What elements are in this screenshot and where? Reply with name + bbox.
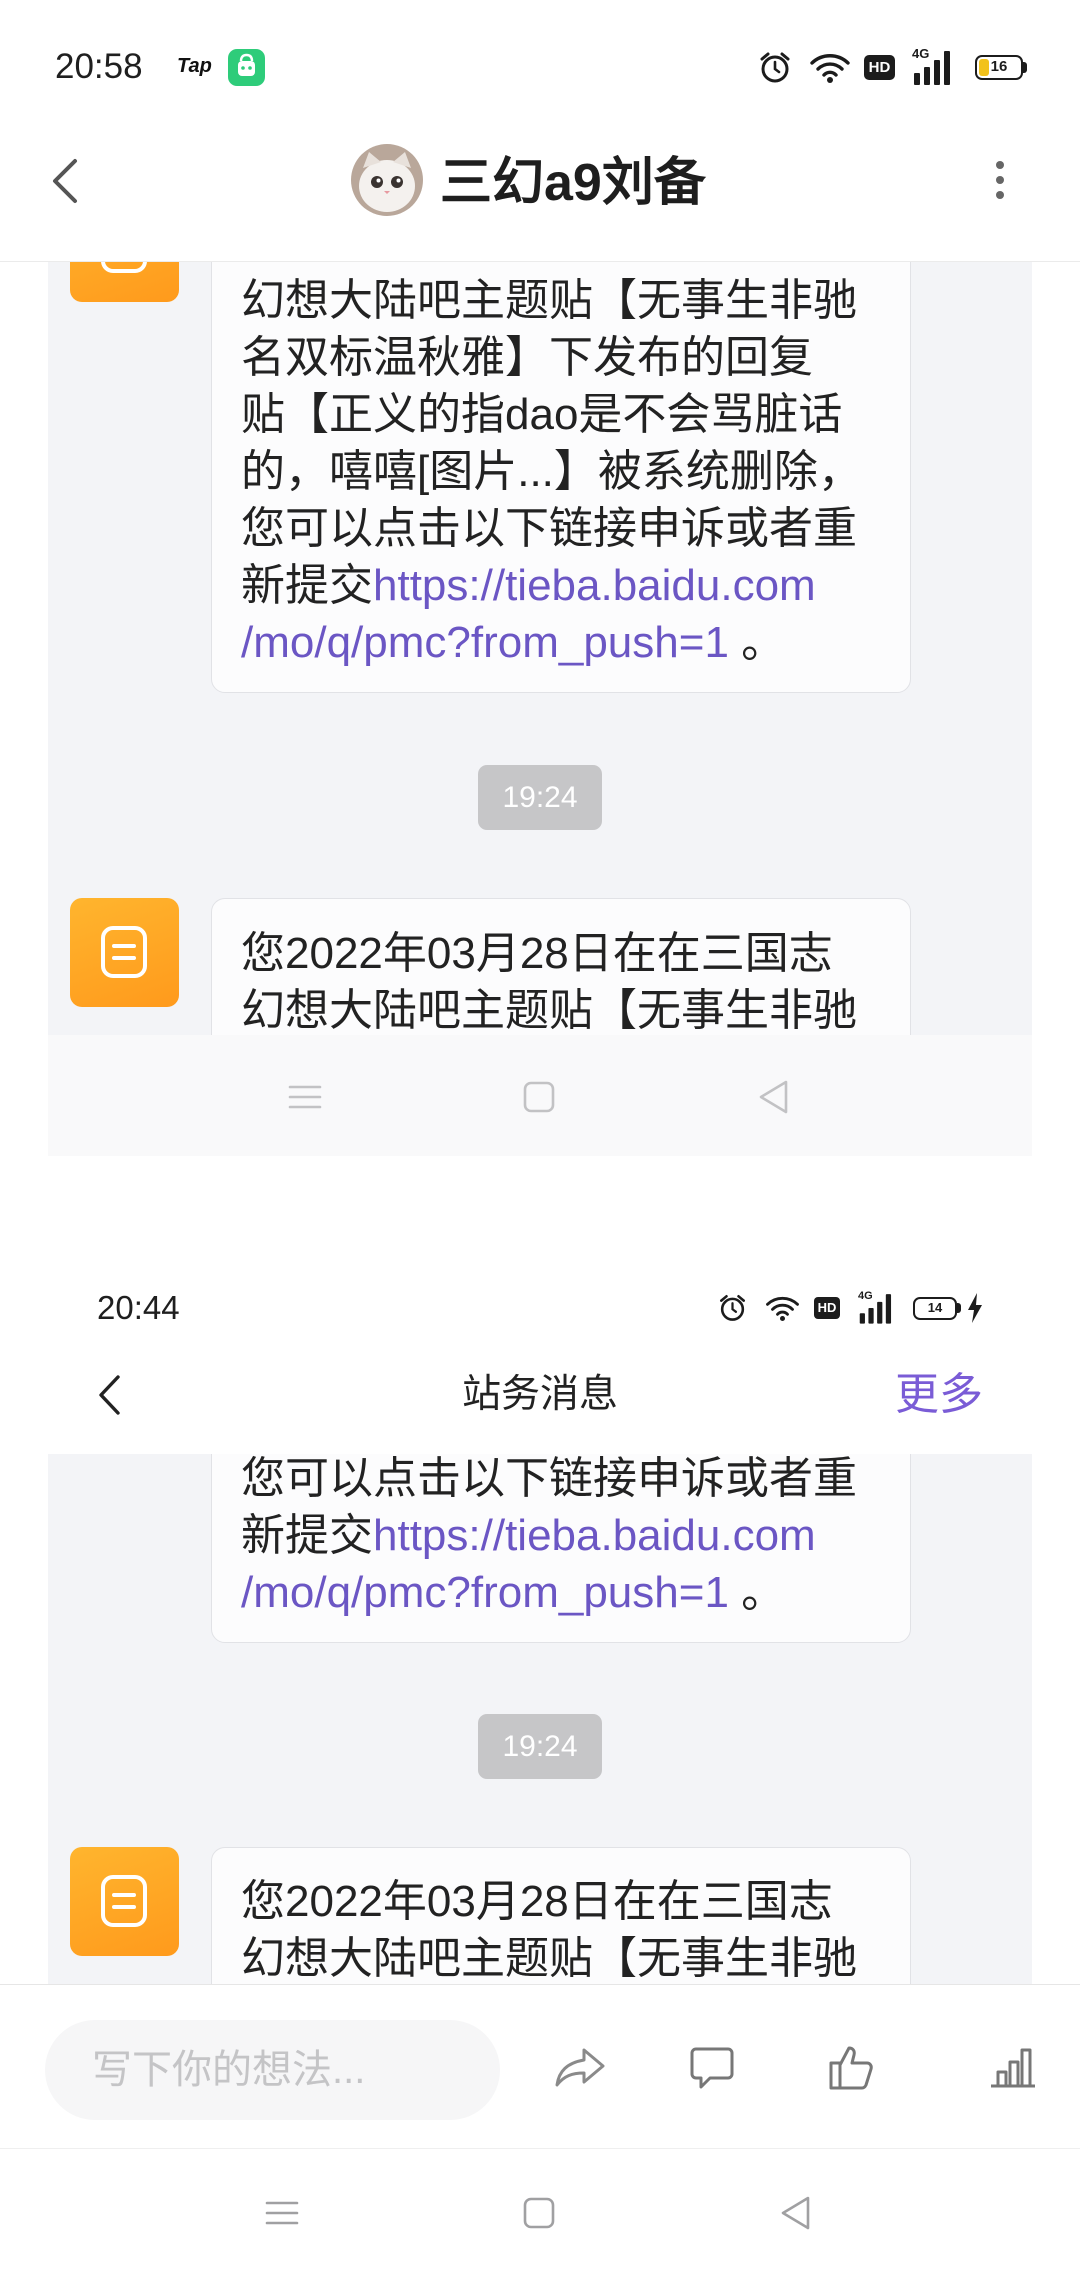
charging-bolt-icon: [968, 1293, 982, 1323]
message-line: 您可以点击以下链接申诉或者重: [241, 1454, 857, 1503]
comment-input-pill[interactable]: [45, 2020, 500, 2120]
appeal-link[interactable]: https://tieba.baidu.com: [373, 561, 816, 610]
message-line: 贴【正义的指dao是不会骂脏话: [241, 390, 843, 439]
battery-level: 14: [927, 1300, 943, 1315]
home-icon[interactable]: [523, 2197, 555, 2229]
signal-4g-icon: 4G: [858, 1290, 898, 1326]
chat-title: 三幻a9刘备: [440, 154, 706, 212]
appeal-link[interactable]: https://tieba.baidu.com: [373, 1511, 816, 1560]
comment-icon[interactable]: [688, 2045, 736, 2091]
wifi-icon: [766, 1296, 799, 1321]
notice-icon: [70, 1847, 179, 1956]
embedded-nav-bar: [48, 1035, 1032, 1156]
message-bubble: 您2022年03月28日在在三国志 幻想大陆吧主题贴【无事生非驰: [211, 898, 911, 1035]
message-line: 您可以点击以下链接申诉或者重: [241, 504, 857, 553]
menu-icon[interactable]: [264, 2199, 300, 2227]
message-line: 幻想大陆吧主题贴【无事生非驰: [241, 276, 857, 325]
message-line: 新提交https://tieba.baidu.com: [241, 1507, 910, 1564]
alarm-icon: [760, 52, 790, 83]
message-line: 新提交https://tieba.baidu.com: [241, 557, 910, 614]
signal-4g-icon: 4G: [912, 47, 958, 87]
timestamp-badge: 19:24: [478, 1714, 602, 1779]
battery-nub: [1023, 62, 1027, 73]
appeal-link[interactable]: /mo/q/pmc?from_push=1: [241, 618, 729, 667]
message-line: /mo/q/pmc?from_push=1 。: [241, 1564, 910, 1621]
status-bar: 20:58 Tap HD 4G 16: [0, 0, 1080, 128]
battery-level: 16: [990, 58, 1008, 75]
status-time: 20:58: [55, 47, 143, 86]
like-icon[interactable]: [827, 2042, 877, 2092]
hd-icon: HD: [864, 55, 895, 80]
embedded-status-time: 20:44: [97, 1289, 180, 1326]
more-button[interactable]: 更多: [895, 1370, 983, 1420]
battery-icon: 14: [913, 1297, 957, 1320]
menu-icon: [288, 1085, 322, 1109]
message-line: 您2022年03月28日在在三国志: [241, 929, 833, 978]
alarm-icon: [720, 1295, 745, 1321]
system-nav-bar: [0, 2148, 1080, 2280]
wifi-icon: [810, 54, 850, 83]
message-list: 您可以点击以下链接申诉或者重 新提交https://tieba.baidu.co…: [48, 1454, 1032, 1984]
message-text: 。: [728, 618, 786, 667]
message-bubble: 您2022年03月28日在在三国志 幻想大陆吧主题贴【无事生非驰: [211, 1847, 911, 1984]
more-vertical-icon[interactable]: [993, 160, 1007, 200]
green-app-icon: [228, 49, 265, 86]
message-text: 新提交: [241, 1511, 373, 1560]
hd-icon: HD: [814, 1297, 840, 1319]
battery-icon: 16: [975, 55, 1023, 80]
document-icon: [101, 1875, 147, 1927]
message-text: 新提交: [241, 561, 373, 610]
document-icon: [101, 926, 147, 978]
back-triangle-icon: [759, 1080, 788, 1114]
appeal-link[interactable]: /mo/q/pmc?from_push=1: [241, 1568, 729, 1617]
message-line: /mo/q/pmc?from_push=1 。: [241, 614, 910, 671]
home-icon: [523, 1081, 555, 1113]
post-image-screenshot-1[interactable]: 幻想大陆吧主题贴【无事生非驰 名双标温秋雅】下发布的回复 贴【正义的指dao是不…: [48, 262, 1032, 1156]
message-bubble: 幻想大陆吧主题贴【无事生非驰 名双标温秋雅】下发布的回复 贴【正义的指dao是不…: [211, 262, 911, 693]
timestamp-badge: 19:24: [478, 765, 602, 830]
message-text: 。: [728, 1568, 786, 1617]
chat-header: 三幻a9刘备: [0, 128, 1080, 262]
battery-nub: [957, 1303, 961, 1313]
chevron-left-icon[interactable]: [45, 155, 85, 207]
message-line: 幻想大陆吧主题贴【无事生非驰: [241, 1934, 857, 1983]
notice-icon: [70, 262, 179, 302]
document-icon: [101, 262, 147, 273]
message-line: 幻想大陆吧主题贴【无事生非驰: [241, 986, 857, 1035]
taptap-badge: Tap: [177, 55, 212, 77]
back-triangle-icon[interactable]: [778, 2195, 812, 2231]
message-line: 名双标温秋雅】下发布的回复: [241, 333, 813, 382]
stats-icon[interactable]: [988, 2045, 1038, 2089]
notice-icon: [70, 898, 179, 1007]
comment-input[interactable]: [45, 2020, 500, 2120]
message-list: 幻想大陆吧主题贴【无事生非驰 名双标温秋雅】下发布的回复 贴【正义的指dao是不…: [48, 262, 1032, 1035]
message-line: 的，嘻嘻[图片...】被系统删除，: [241, 447, 862, 496]
share-icon[interactable]: [554, 2045, 608, 2089]
message-bubble: 您可以点击以下链接申诉或者重 新提交https://tieba.baidu.co…: [211, 1454, 911, 1643]
message-line: 您2022年03月28日在在三国志: [241, 1877, 833, 1926]
post-image-screenshot-2[interactable]: 20:44 HD 4G 14 站务消息 更多 您可以点击以下链接申诉或者重 新提…: [48, 1265, 1032, 1984]
bottom-action-bar: [0, 1984, 1080, 2148]
page-title: 站务消息: [461, 1373, 618, 1416]
avatar[interactable]: [351, 144, 423, 216]
